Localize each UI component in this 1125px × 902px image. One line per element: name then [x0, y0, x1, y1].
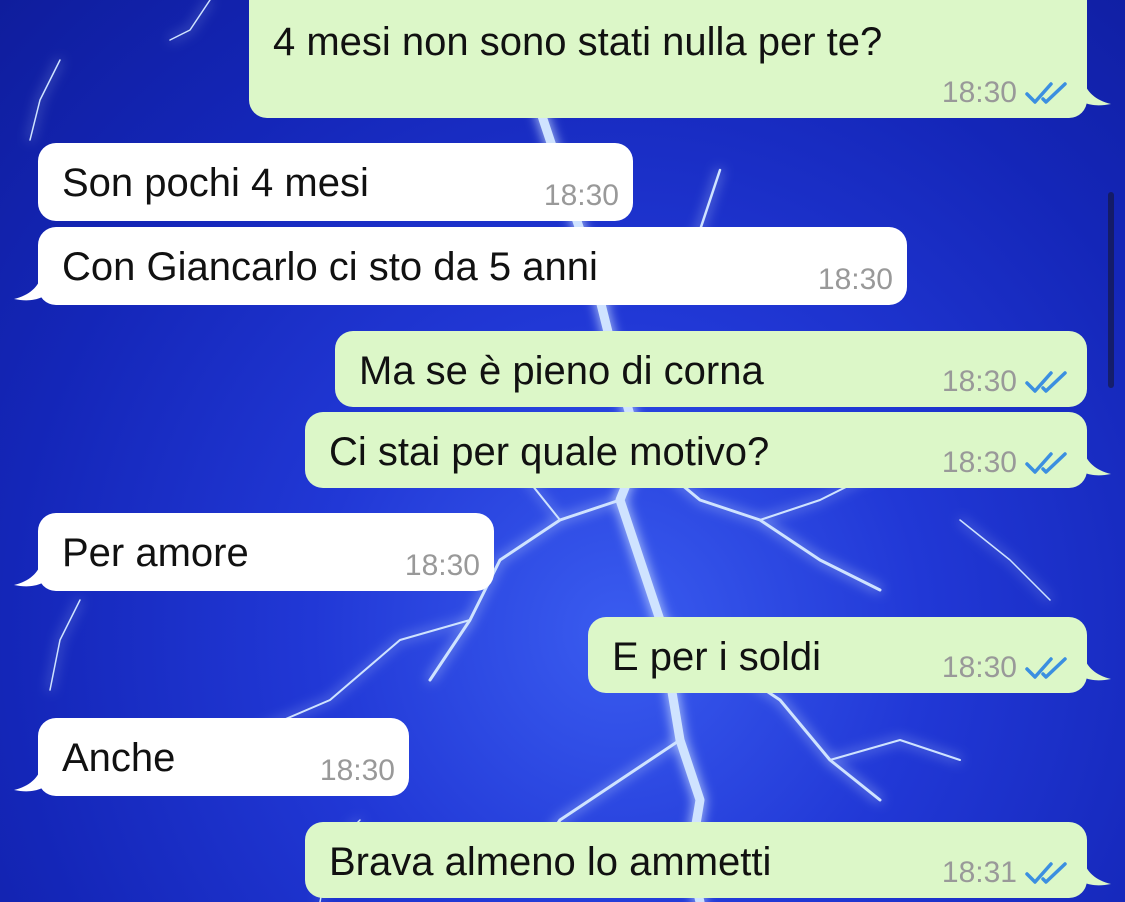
- bubble-tail: [1083, 860, 1111, 886]
- message-bubble-incoming[interactable]: Con Giancarlo ci sto da 5 anni 18:30: [14, 227, 907, 305]
- message-meta: 18:30: [320, 754, 395, 788]
- message-meta: 18:30: [544, 179, 619, 213]
- read-receipt-icon: [1025, 862, 1067, 884]
- bubble-tail: [1083, 450, 1111, 476]
- message-bubble-outgoing[interactable]: Brava almeno lo ammetti 18:31: [305, 822, 1111, 898]
- message-bubble-outgoing[interactable]: 4 mesi non sono stati nulla per te? 18:3…: [249, 0, 1111, 118]
- message-time: 18:30: [941, 365, 1017, 398]
- bubble-tail: [1083, 655, 1111, 681]
- message-time: 18:30: [543, 179, 619, 212]
- message-time: 18:30: [941, 446, 1017, 479]
- message-text: 4 mesi non sono stati nulla per te?: [273, 20, 883, 64]
- read-receipt-icon: [1025, 371, 1067, 393]
- message-meta: 18:31: [942, 856, 1071, 890]
- message-bubble-incoming[interactable]: Per amore 18:30: [14, 513, 494, 591]
- message-bubble-outgoing[interactable]: Ci stai per quale motivo? 18:30: [305, 412, 1111, 488]
- bubble-tail: [14, 275, 42, 301]
- message-bubble-incoming[interactable]: Anche 18:30: [14, 718, 409, 796]
- message-meta: 18:30: [942, 651, 1071, 685]
- bubble-tail: [14, 766, 42, 792]
- message-time: 18:30: [817, 263, 893, 296]
- message-text: Con Giancarlo ci sto da 5 anni: [62, 245, 598, 289]
- message-meta: 18:30: [818, 263, 893, 297]
- bubble-tail: [14, 561, 42, 587]
- message-time: 18:30: [404, 549, 480, 582]
- bubble-tail: [1083, 80, 1111, 106]
- message-time: 18:30: [319, 754, 395, 787]
- message-bubble-outgoing[interactable]: Ma se è pieno di corna 18:30: [335, 331, 1087, 407]
- message-time: 18:30: [941, 651, 1017, 684]
- read-receipt-icon: [1025, 82, 1067, 104]
- message-meta: 18:30: [942, 365, 1071, 399]
- read-receipt-icon: [1025, 657, 1067, 679]
- read-receipt-icon: [1025, 452, 1067, 474]
- message-meta: 18:30: [405, 549, 480, 583]
- message-text: Son pochi 4 mesi: [62, 161, 369, 205]
- message-time: 18:30: [941, 76, 1017, 109]
- message-bubble-outgoing[interactable]: E per i soldi 18:30: [588, 617, 1111, 693]
- message-list[interactable]: 4 mesi non sono stati nulla per te? 18:3…: [0, 0, 1125, 902]
- message-bubble-incoming[interactable]: Son pochi 4 mesi 18:30: [38, 143, 633, 221]
- message-meta: 18:30: [942, 446, 1071, 480]
- message-time: 18:31: [941, 856, 1017, 889]
- scrollbar[interactable]: [1108, 192, 1114, 388]
- message-meta: 18:30: [942, 76, 1071, 110]
